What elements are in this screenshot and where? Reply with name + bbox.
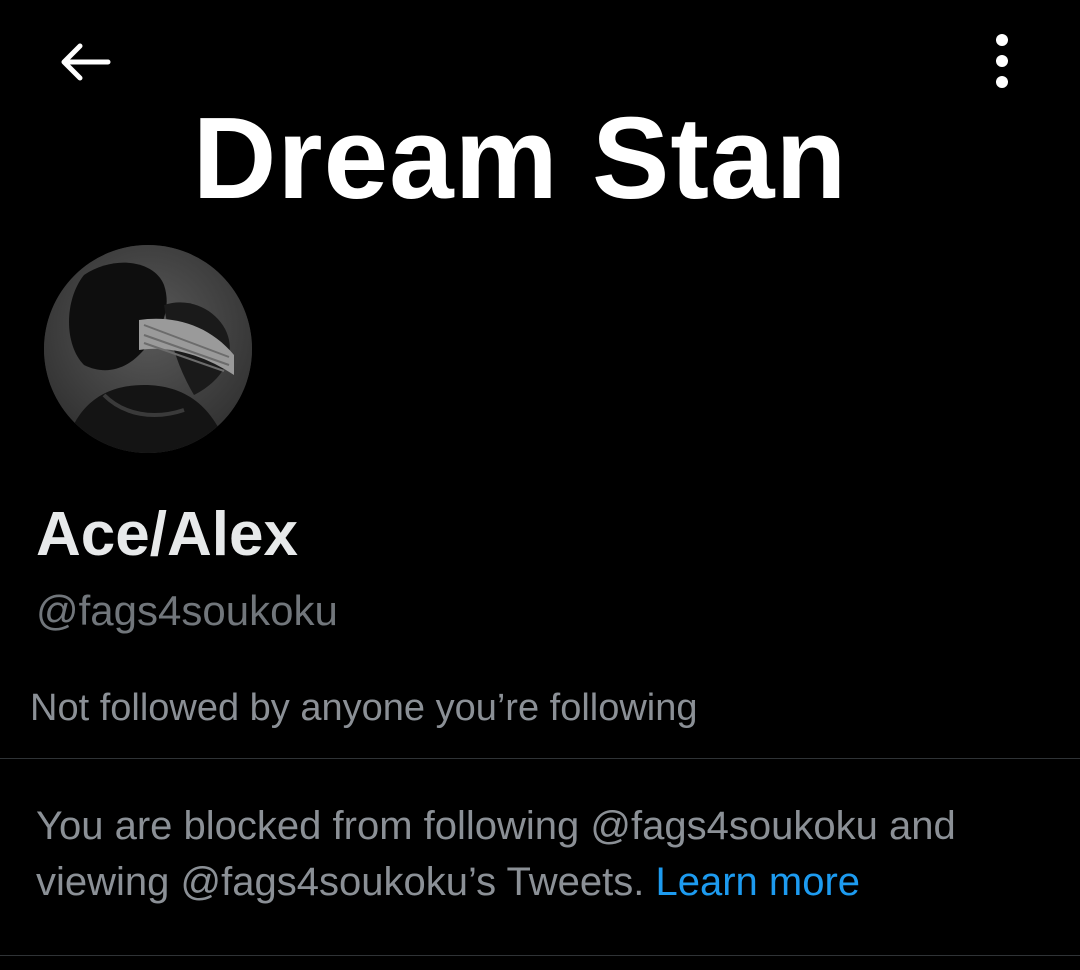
banner-text: Dream Stan [192, 93, 848, 223]
back-button[interactable] [52, 34, 116, 90]
followed-by-text: Not followed by anyone you’re following [30, 687, 698, 729]
more-vertical-icon [996, 34, 1008, 88]
more-options-button[interactable] [976, 28, 1028, 92]
divider [0, 758, 1080, 759]
arrow-left-icon [61, 43, 111, 81]
avatar[interactable] [44, 245, 252, 453]
divider [0, 955, 1080, 956]
blocked-notice-line1: You are blocked from following @fags4sou… [36, 804, 956, 848]
profile-handle: @fags4soukoku [36, 587, 338, 634]
learn-more-link[interactable]: Learn more [655, 860, 860, 904]
blocked-notice-line2: viewing @fags4soukoku’s Tweets. [36, 860, 645, 904]
avatar-image [44, 245, 252, 453]
profile-banner[interactable]: Dream Stan [0, 0, 1080, 235]
display-name: Ace/Alex [36, 500, 298, 569]
blocked-notice: You are blocked from following @fags4sou… [36, 798, 1056, 910]
